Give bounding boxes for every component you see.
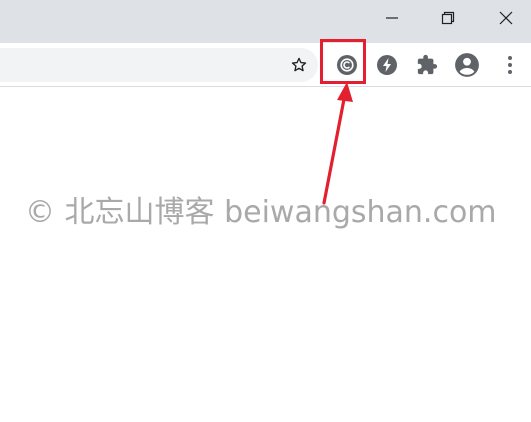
address-bar[interactable] xyxy=(0,48,318,82)
browser-window: © 北忘山博客 beiwangshan.com xyxy=(0,0,531,422)
close-button[interactable] xyxy=(484,0,528,36)
menu-button[interactable] xyxy=(497,52,523,78)
watermark-text: © 北忘山博客 beiwangshan.com xyxy=(25,195,497,230)
account-circle-icon xyxy=(455,53,479,77)
restore-icon xyxy=(441,11,455,25)
lightning-extension-button[interactable] xyxy=(374,52,400,78)
extensions-button[interactable] xyxy=(414,52,440,78)
browser-toolbar xyxy=(0,43,531,87)
minimize-icon xyxy=(386,17,398,19)
highlight-box xyxy=(320,39,366,84)
bookmark-star-button[interactable] xyxy=(288,54,310,76)
star-outline-icon xyxy=(291,57,307,72)
extensions-puzzle-icon xyxy=(417,54,438,75)
lightning-extension-icon xyxy=(377,55,397,75)
profile-button[interactable] xyxy=(454,52,480,78)
minimize-button[interactable] xyxy=(370,0,414,36)
close-icon xyxy=(499,11,513,25)
more-vertical-icon xyxy=(508,56,512,74)
title-bar xyxy=(0,0,531,43)
restore-button[interactable] xyxy=(426,0,470,36)
